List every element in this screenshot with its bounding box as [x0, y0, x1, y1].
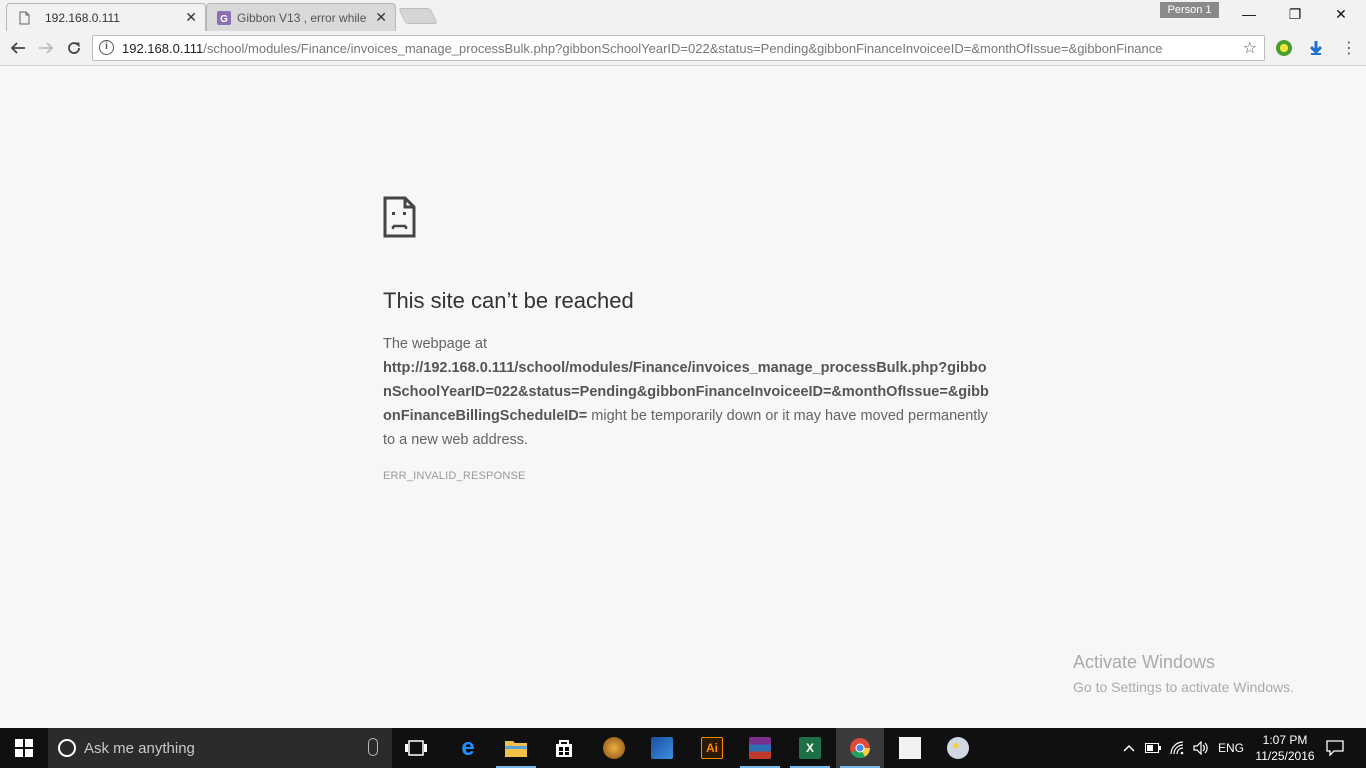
tab-strip: 192.168.0.111 ✕ G Gibbon V13 , error whi… — [0, 0, 1366, 31]
restore-button[interactable]: ❐ — [1272, 0, 1318, 28]
clock-time: 1:07 PM — [1262, 733, 1308, 747]
excel-icon: X — [799, 737, 821, 759]
error-intro: The webpage at — [383, 336, 487, 352]
illustrator-icon: Ai — [701, 737, 723, 759]
activation-watermark: Activate Windows Go to Settings to activ… — [1073, 652, 1294, 695]
tab-label: Gibbon V13 , error while — [237, 11, 367, 25]
app-button-2[interactable] — [638, 728, 686, 768]
winrar-button[interactable] — [736, 728, 784, 768]
task-view-icon — [405, 740, 427, 756]
cortana-search-box[interactable]: Ask me anything — [48, 728, 392, 768]
forward-arrow-icon — [39, 42, 54, 54]
app-button-1[interactable] — [590, 728, 638, 768]
microphone-icon[interactable] — [368, 738, 378, 756]
volume-button[interactable] — [1190, 728, 1212, 768]
watermark-line1: Activate Windows — [1073, 652, 1216, 672]
sad-page-icon — [383, 196, 416, 238]
language-indicator[interactable]: ENG — [1214, 728, 1248, 768]
minimize-button[interactable]: — — [1226, 0, 1272, 28]
tab-label: 192.168.0.111 — [45, 11, 120, 25]
paint-button[interactable] — [934, 728, 982, 768]
bookmark-star-icon[interactable]: ☆ — [1243, 38, 1257, 58]
chrome-icon — [850, 738, 871, 759]
extension-icon[interactable] — [1276, 40, 1292, 56]
reload-button[interactable] — [63, 37, 85, 59]
tab-active[interactable]: 192.168.0.111 ✕ — [6, 3, 206, 31]
info-icon[interactable]: i — [99, 40, 114, 55]
notepad-icon — [899, 737, 921, 759]
gibbon-favicon-icon: G — [217, 11, 231, 25]
start-button[interactable] — [0, 728, 48, 768]
show-hidden-icons-button[interactable] — [1118, 728, 1140, 768]
error-message: The webpage at http://192.168.0.111/scho… — [383, 332, 993, 452]
tab-close-icon[interactable]: ✕ — [185, 9, 197, 26]
notepad-button[interactable] — [886, 728, 934, 768]
download-extension-icon[interactable] — [1308, 40, 1324, 56]
forward-button[interactable] — [35, 37, 57, 59]
windows-logo-icon — [15, 739, 33, 757]
tab-inactive[interactable]: G Gibbon V13 , error while ✕ — [206, 3, 396, 31]
address-url: 192.168.0.111/school/modules/Finance/inv… — [122, 41, 1163, 56]
edge-icon: e — [461, 734, 475, 761]
chevron-up-icon — [1123, 744, 1135, 752]
watermark-line2: Go to Settings to activate Windows. — [1073, 679, 1294, 695]
close-window-button[interactable]: ✕ — [1318, 0, 1364, 28]
clock-date: 11/25/2016 — [1255, 749, 1315, 763]
reload-icon — [68, 42, 80, 54]
app-icon-1 — [603, 737, 625, 759]
edge-button[interactable]: e — [444, 728, 492, 768]
back-button[interactable] — [7, 37, 29, 59]
folder-icon — [505, 741, 527, 757]
back-arrow-icon — [10, 42, 25, 54]
new-tab-button[interactable] — [398, 8, 438, 24]
winrar-icon — [749, 737, 771, 759]
store-button[interactable] — [540, 728, 588, 768]
svg-text:G: G — [220, 14, 228, 25]
error-title: This site can’t be reached — [383, 288, 634, 313]
error-code: ERR_INVALID_RESPONSE — [383, 470, 526, 482]
app-icon-2 — [651, 737, 673, 759]
cortana-icon — [58, 739, 76, 757]
error-page: This site can’t be reached The webpage a… — [0, 66, 1366, 728]
wifi-button[interactable] — [1166, 728, 1188, 768]
menu-icon[interactable]: ⋮ — [1338, 37, 1360, 59]
battery-icon — [1145, 743, 1161, 753]
browser-toolbar: i 192.168.0.111/school/modules/Finance/i… — [0, 31, 1366, 66]
address-bar[interactable]: i 192.168.0.111/school/modules/Finance/i… — [92, 35, 1265, 61]
notification-icon — [1326, 740, 1344, 756]
chrome-button[interactable] — [836, 728, 884, 768]
excel-button[interactable]: X — [786, 728, 834, 768]
profile-button[interactable]: Person 1 — [1160, 2, 1219, 18]
illustrator-button[interactable]: Ai — [688, 728, 736, 768]
file-explorer-button[interactable] — [492, 728, 540, 768]
battery-button[interactable] — [1142, 728, 1164, 768]
clock[interactable]: 1:07 PM 11/25/2016 — [1252, 732, 1318, 764]
store-icon — [556, 740, 572, 757]
action-center-button[interactable] — [1320, 728, 1350, 768]
wifi-icon — [1170, 741, 1184, 755]
volume-icon — [1193, 741, 1208, 755]
search-placeholder: Ask me anything — [84, 740, 195, 757]
task-view-button[interactable] — [392, 728, 440, 768]
page-icon — [19, 11, 30, 25]
taskbar: Ask me anything e Ai X ENG 1:07 PM 11/25… — [0, 728, 1366, 768]
paint-icon — [947, 737, 969, 759]
tab-close-icon[interactable]: ✕ — [375, 9, 387, 26]
